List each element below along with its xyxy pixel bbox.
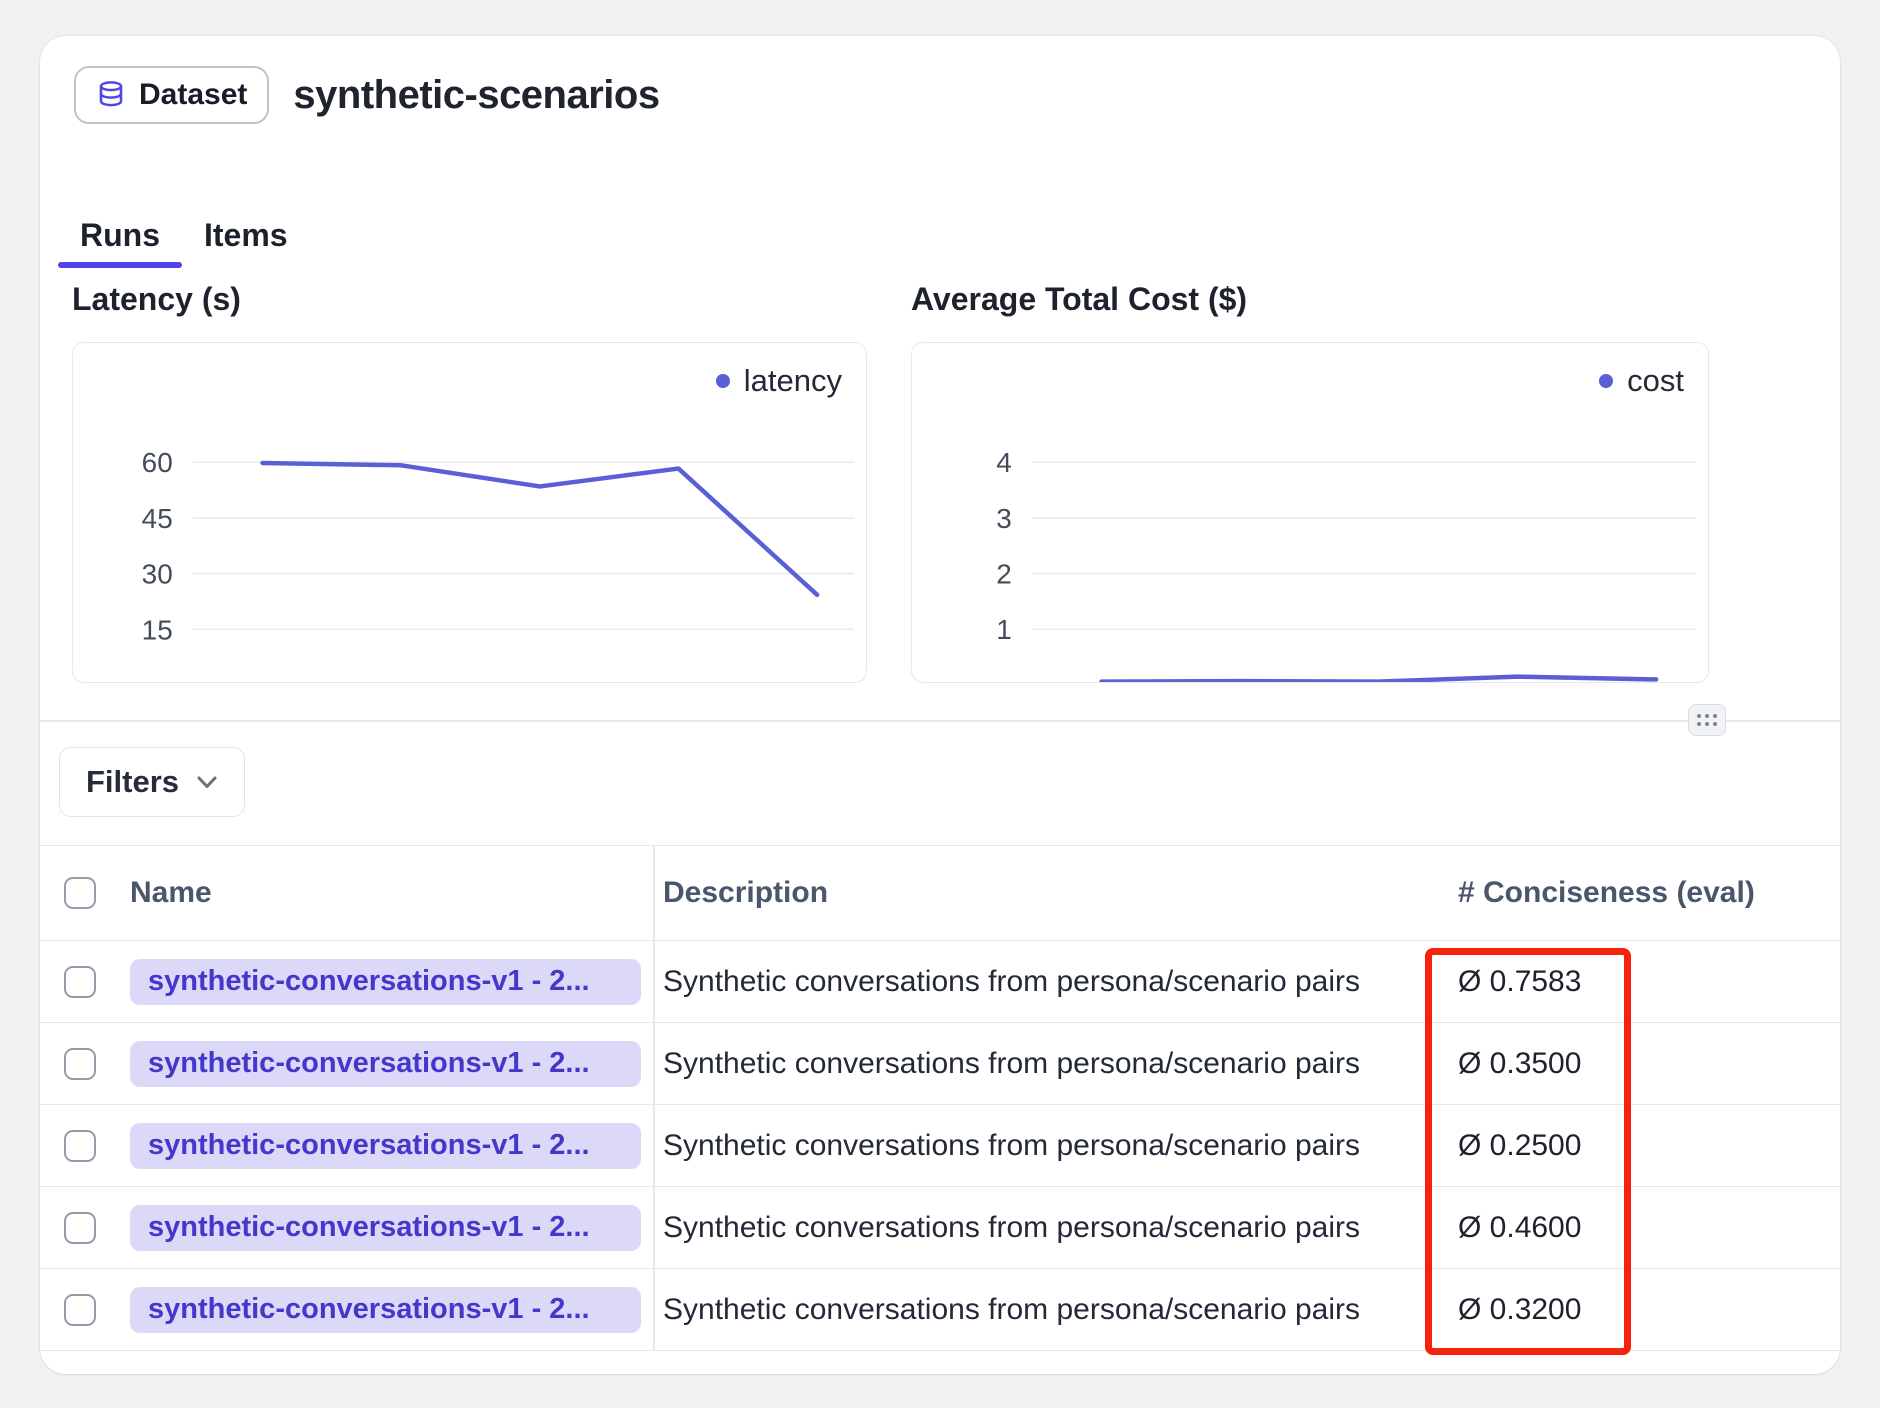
y-tick-label: 15: [142, 614, 173, 645]
database-icon: [96, 80, 126, 110]
cost-legend: cost: [1599, 363, 1684, 399]
legend-dot-icon: [716, 374, 730, 388]
row-checkbox[interactable]: [64, 1048, 96, 1080]
filters-button[interactable]: Filters: [59, 747, 245, 817]
row-checkbox[interactable]: [64, 966, 96, 998]
y-tick-label: 60: [142, 447, 173, 478]
table-header: Name Description # Conciseness (eval): [40, 845, 1840, 941]
page-title: synthetic-scenarios: [293, 73, 659, 118]
runs-table: Name Description # Conciseness (eval) sy…: [40, 845, 1840, 1351]
dataset-badge-label: Dataset: [139, 78, 247, 112]
table-row[interactable]: synthetic-conversations-v1 - 2... Synthe…: [40, 1187, 1840, 1269]
conciseness-value: Ø 0.7583: [1458, 965, 1581, 999]
run-name-link[interactable]: synthetic-conversations-v1 - 2...: [130, 1041, 641, 1087]
latency-legend: latency: [716, 363, 842, 399]
latency-chart-block: Latency (s) 60 45 30 15 latency: [72, 281, 867, 683]
run-description: Synthetic conversations from persona/sce…: [663, 1293, 1360, 1327]
run-name-link[interactable]: synthetic-conversations-v1 - 2...: [130, 1287, 641, 1333]
y-tick-label: 45: [142, 503, 173, 534]
drag-handle[interactable]: [1688, 704, 1726, 736]
chart-line: [263, 463, 818, 595]
table-row[interactable]: synthetic-conversations-v1 - 2... Synthe…: [40, 941, 1840, 1023]
run-description: Synthetic conversations from persona/sce…: [663, 1047, 1360, 1081]
chevron-down-icon: [196, 775, 218, 790]
latency-chart: 60 45 30 15 latency: [72, 342, 867, 683]
run-description: Synthetic conversations from persona/sce…: [663, 1211, 1360, 1245]
y-tick-label: 1: [996, 614, 1012, 645]
y-tick-label: 2: [996, 559, 1012, 590]
row-checkbox[interactable]: [64, 1212, 96, 1244]
cost-chart: 4 3 2 1 cost: [911, 342, 1709, 683]
row-checkbox[interactable]: [64, 1294, 96, 1326]
page-header: Dataset synthetic-scenarios: [74, 66, 660, 124]
column-header-description: Description: [663, 876, 828, 910]
table-row[interactable]: synthetic-conversations-v1 - 2... Synthe…: [40, 1023, 1840, 1105]
y-tick-label: 3: [996, 503, 1012, 534]
table-row[interactable]: synthetic-conversations-v1 - 2... Synthe…: [40, 1269, 1840, 1351]
column-header-conciseness: # Conciseness (eval): [1458, 876, 1755, 910]
conciseness-value: Ø 0.4600: [1458, 1211, 1581, 1245]
y-tick-label: 30: [142, 559, 173, 590]
dataset-badge: Dataset: [74, 66, 269, 124]
legend-label: latency: [744, 363, 842, 399]
table-row[interactable]: synthetic-conversations-v1 - 2... Synthe…: [40, 1105, 1840, 1187]
select-all-checkbox[interactable]: [64, 877, 96, 909]
tab-runs[interactable]: Runs: [58, 202, 182, 268]
column-divider: [653, 845, 655, 1351]
run-description: Synthetic conversations from persona/sce…: [663, 965, 1360, 999]
latency-chart-title: Latency (s): [72, 281, 867, 318]
chart-line: [1102, 677, 1657, 682]
cost-chart-title: Average Total Cost ($): [911, 281, 1709, 318]
conciseness-value: Ø 0.3200: [1458, 1293, 1581, 1327]
dataset-card: Dataset synthetic-scenarios Runs Items L…: [40, 36, 1840, 1374]
run-description: Synthetic conversations from persona/sce…: [663, 1129, 1360, 1163]
run-name-link[interactable]: synthetic-conversations-v1 - 2...: [130, 959, 641, 1005]
section-divider: [40, 720, 1840, 722]
legend-dot-icon: [1599, 374, 1613, 388]
y-tick-label: 4: [996, 447, 1012, 478]
cost-chart-block: Average Total Cost ($) 4 3 2 1 cost: [911, 281, 1709, 683]
conciseness-value: Ø 0.2500: [1458, 1129, 1581, 1163]
grip-dots-icon: [1697, 714, 1701, 718]
run-name-link[interactable]: synthetic-conversations-v1 - 2...: [130, 1123, 641, 1169]
conciseness-value: Ø 0.3500: [1458, 1047, 1581, 1081]
run-name-link[interactable]: synthetic-conversations-v1 - 2...: [130, 1205, 641, 1251]
filters-button-label: Filters: [86, 764, 179, 800]
tab-bar: Runs Items: [58, 202, 310, 268]
cost-line-chart: 4 3 2 1: [912, 343, 1708, 682]
legend-label: cost: [1627, 363, 1684, 399]
column-header-name: Name: [130, 876, 212, 910]
row-checkbox[interactable]: [64, 1130, 96, 1162]
tab-items[interactable]: Items: [182, 202, 310, 268]
